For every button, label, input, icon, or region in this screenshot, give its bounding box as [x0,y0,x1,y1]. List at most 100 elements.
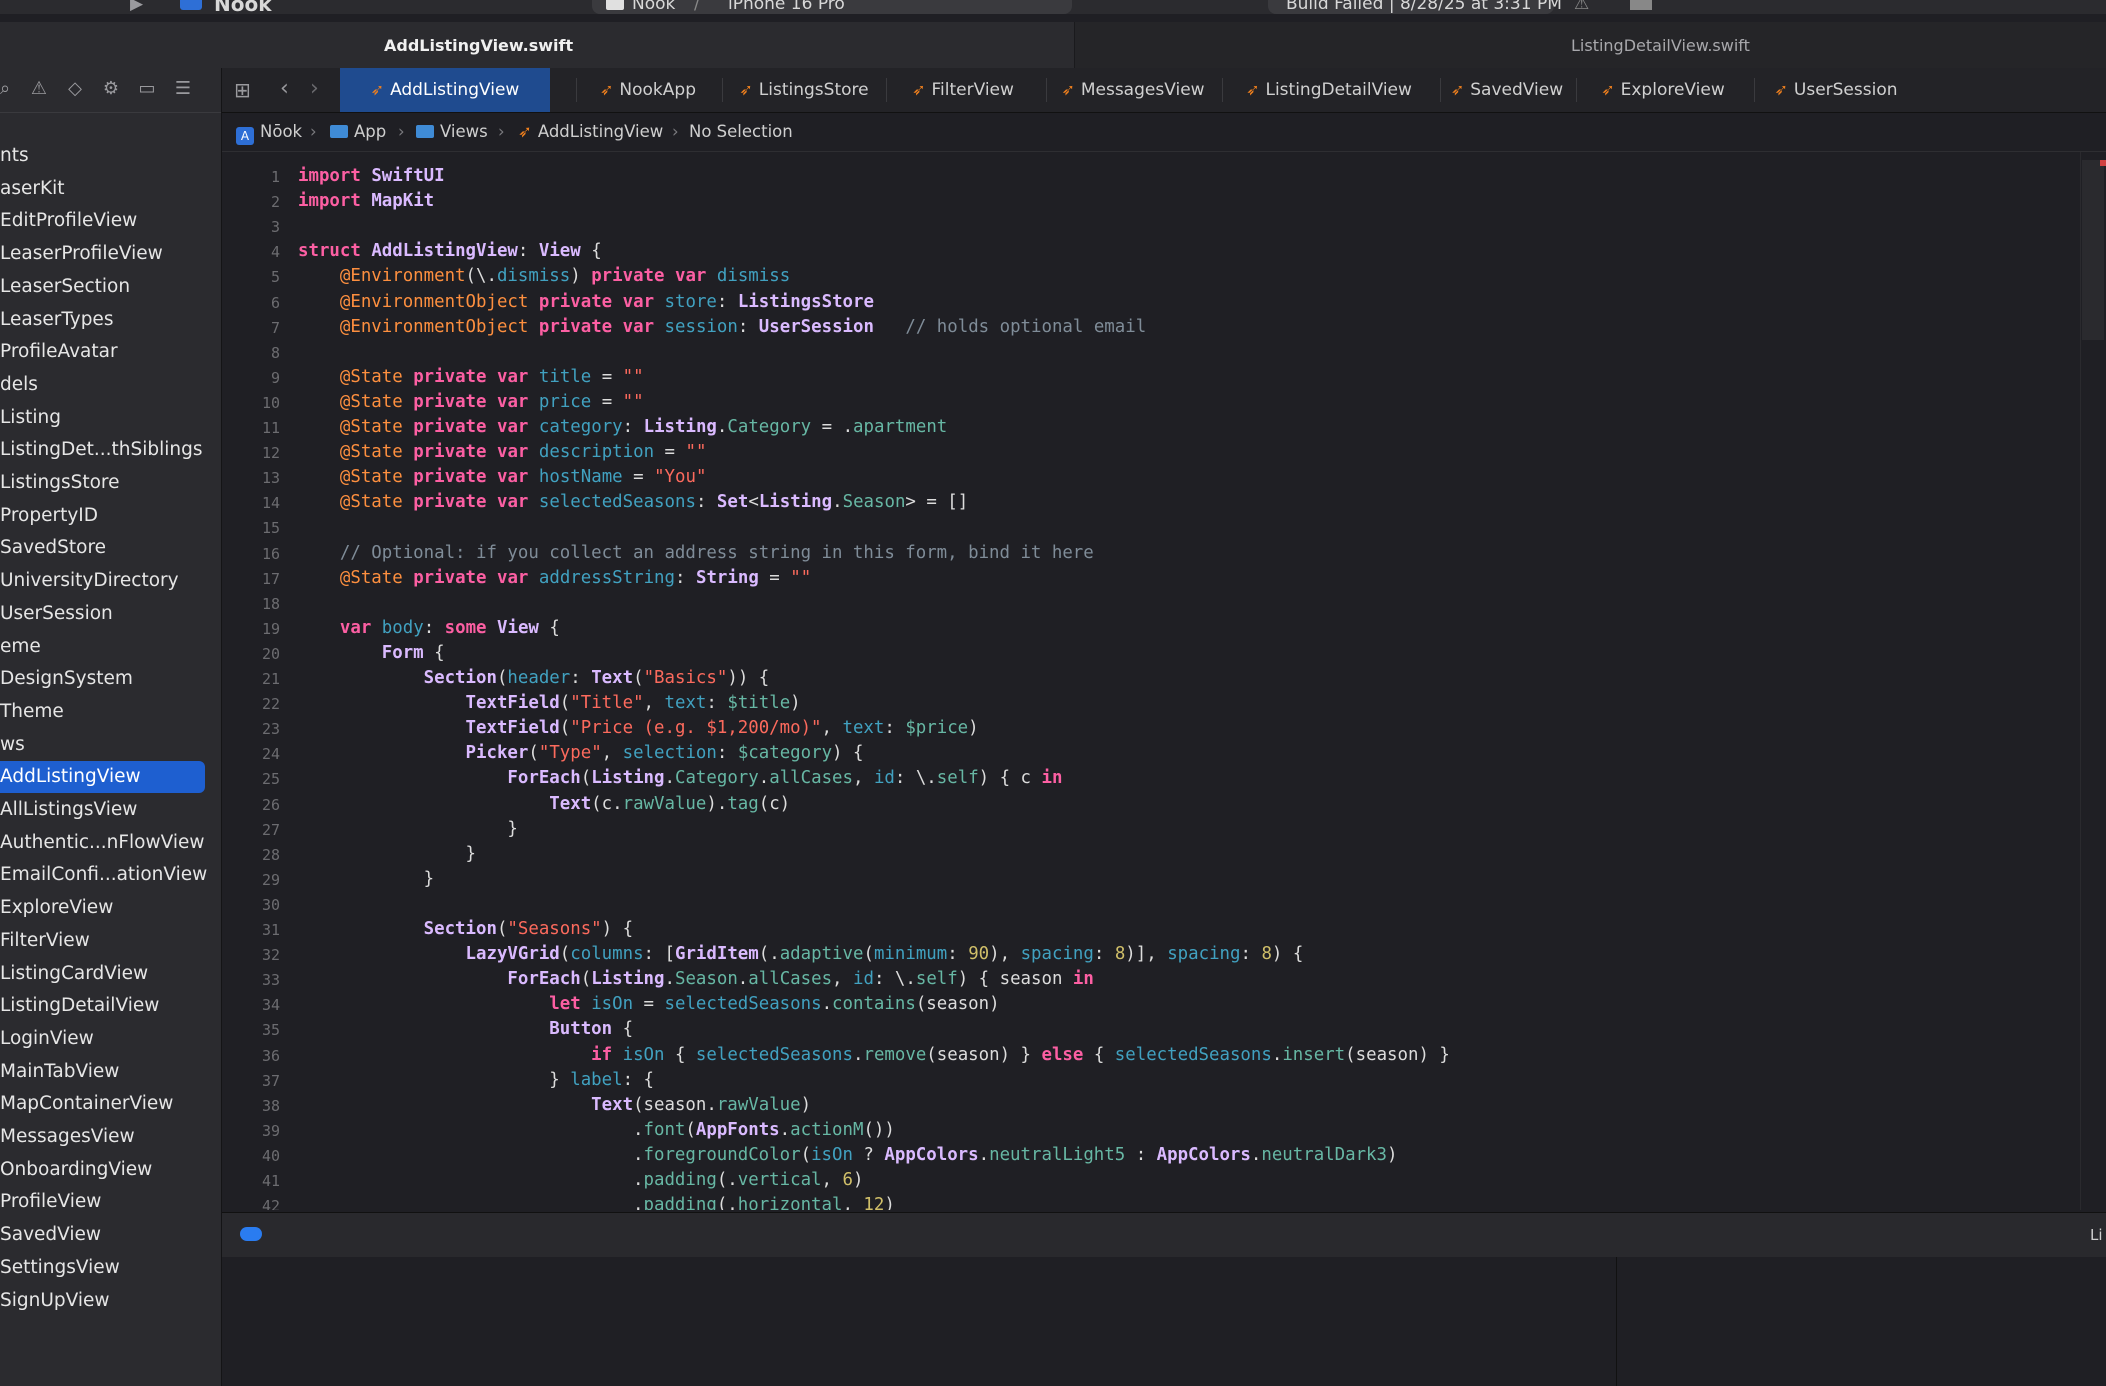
editor-tab[interactable]: ➶ NookApp [578,68,718,112]
swift-icon: ➶ [1601,80,1615,99]
navigator-item[interactable]: MainTabView [0,1056,205,1088]
navigator-item[interactable]: eme [0,631,205,663]
navigator-item[interactable]: FilterView [0,925,205,957]
warning-count-icon[interactable]: ⚠ [1574,0,1589,14]
jumpbar-selection[interactable]: No Selection [689,122,793,141]
jumpbar-folder-app[interactable]: App [330,122,386,141]
editor-tab[interactable]: ➶ FilterView [888,68,1038,112]
breakpoint-icon[interactable]: ▭ [136,78,158,100]
editor-tab[interactable]: ➶ MessagesView [1048,68,1218,112]
jumpbar-project-label: Nōok [260,122,303,141]
navigator-item[interactable]: MessagesView [0,1121,205,1153]
line-number: 2 [270,193,280,212]
back-arrow-icon[interactable]: ‹ [280,76,289,101]
code-line: } label: { [298,1069,655,1090]
editor-tab[interactable]: ➶ UserSession [1756,68,1916,112]
navigator-item[interactable]: EmailConfi...ationView [0,859,207,891]
search-icon[interactable]: ⌕ [0,78,16,100]
navigator-item[interactable]: ListingsStore [0,467,205,499]
jumpbar-file[interactable]: ➶ AddListingView [518,122,663,141]
code-line: .padding(.vertical, 6) [298,1170,864,1190]
editor-tab-label: ListingsStore [758,80,869,100]
code-line: @Environment(\.dismiss) private var dism… [339,266,791,287]
test-diamond-icon[interactable]: ◇ [64,78,86,100]
navigator-item[interactable]: SignUpView [0,1285,205,1317]
editor-tab-label: NookApp [619,80,696,100]
navigator-item[interactable]: ListingDetailView [0,990,205,1022]
navigator-item[interactable]: MapContainerView [0,1088,205,1120]
code-line: struct AddListingView: View { [298,241,602,262]
app-icon [180,0,202,10]
jumpbar-folder-views[interactable]: Views [416,122,488,141]
scroll-thumb[interactable] [2082,160,2104,340]
navigator-item[interactable]: LeaserTypes [0,304,205,336]
navigator-item[interactable]: LeaserSection [0,271,205,303]
navigator-item[interactable]: AddListingView [0,761,205,794]
navigator-item[interactable]: dels [0,369,205,401]
navigator-item[interactable]: ListingCardView [0,958,205,990]
error-marker[interactable] [2100,160,2106,166]
line-number: 23 [261,720,280,739]
navigator-item[interactable]: SettingsView [0,1252,205,1284]
navigator-item[interactable]: LoginView [0,1023,205,1055]
editor-tab[interactable]: ➶ AddListingView [340,68,550,112]
debug-icon[interactable]: ⚙ [100,78,122,100]
code-line: var body: some View { [339,617,560,638]
debug-area-toggle[interactable] [240,1227,262,1241]
tab-separator [886,78,887,102]
editor-tab[interactable]: ➶ ListingDetailView [1224,68,1434,112]
window-tab-active[interactable]: AddListingView.swift [0,22,1075,68]
scheme-selector[interactable]: Nook / iPhone 16 Pro [592,0,1072,14]
navigator-item[interactable]: ProfileView [0,1186,205,1218]
navigator-item[interactable]: SavedView [0,1219,205,1251]
jumpbar-project[interactable]: A Nōok [236,122,302,145]
chevron-right-icon: › [672,122,679,141]
folder-icon [330,125,348,138]
window-tab-inactive[interactable]: ListingDetailView.swift [1075,22,2106,68]
chevron-right-icon: › [498,122,505,141]
swift-icon: ➶ [1774,80,1788,99]
editor-tab[interactable]: ➶ ExploreView [1578,68,1748,112]
navigator-item[interactable]: Theme [0,696,205,728]
editor-tab-label: FilterView [931,80,1014,100]
swift-icon: ➶ [1246,80,1260,99]
grid-icon[interactable]: ⊞ [234,78,251,102]
navigator-item[interactable]: UserSession [0,598,205,630]
report-icon[interactable]: ☰ [172,78,194,100]
navigator-item[interactable]: aserKit [0,173,205,205]
line-number: 36 [261,1046,280,1065]
navigator-item[interactable]: nts [0,140,205,172]
navigator-item[interactable]: SavedStore [0,532,205,564]
line-number: 35 [261,1021,280,1040]
line-number: 39 [261,1121,280,1140]
navigator-item[interactable]: UniversityDirectory [0,565,205,597]
tab-separator [1440,78,1441,102]
code-line: let isOn = selectedSeasons.contains(seas… [549,994,1000,1015]
code-editor[interactable]: 1 2 3 4 5 6 7 8 9 10 11 12 13 14 15 16 17 18 19 20 21 22 23 24 2… [222,152,2082,1210]
panel-toggle-icon[interactable] [1630,0,1652,10]
navigator-item[interactable]: Listing [0,402,205,434]
warning-icon[interactable]: ⚠ [28,78,50,100]
forward-arrow-icon[interactable]: › [310,76,319,101]
navigator-item[interactable]: DesignSystem [0,663,205,695]
navigator-item[interactable]: PropertyID [0,500,205,532]
code-line: TextField("Title", text: $title) [465,693,801,714]
navigator-item[interactable]: ProfileAvatar [0,336,205,368]
navigator-item[interactable]: ExploreView [0,892,205,924]
editor-tab-label: ListingDetailView [1265,80,1412,100]
editor-tab[interactable]: ➶ SavedView [1442,68,1572,112]
navigator-item[interactable]: Authentic...nFlowView [0,827,205,859]
code-line: @EnvironmentObject private var session: … [339,316,1147,337]
line-number: 20 [261,644,280,663]
navigator-item[interactable]: AllListingsView [0,794,205,826]
code-line: ForEach(Listing.Category.allCases, id: \… [507,768,1063,789]
run-button[interactable]: ▶ [130,0,143,14]
project-icon: A [236,127,254,145]
navigator-item[interactable]: ws [0,729,205,761]
navigator-item[interactable]: OnboardingView [0,1154,205,1186]
editor-tab[interactable]: ➶ ListingsStore [724,68,884,112]
navigator-item[interactable]: LeaserProfileView [0,238,205,270]
navigator-item[interactable]: EditProfileView [0,205,205,237]
navigator-item[interactable]: ListingDet...thSiblings [0,434,205,466]
build-status: Build Failed | 8/28/25 at 3:31 PM [1268,0,1562,14]
